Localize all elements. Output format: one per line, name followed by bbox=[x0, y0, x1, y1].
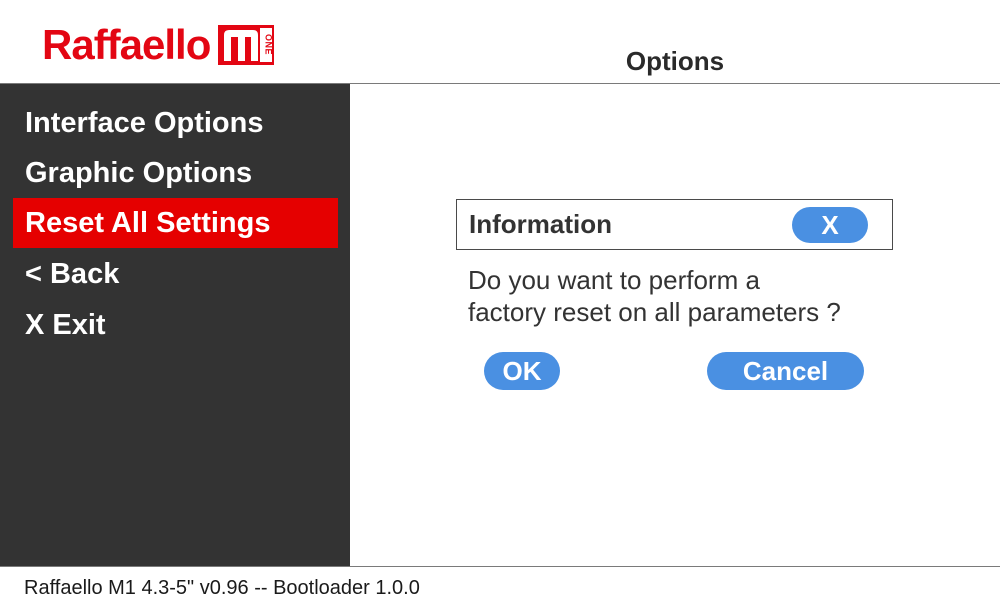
m1-badge-icon: ONE bbox=[218, 25, 275, 65]
dialog-header: Information X bbox=[456, 199, 893, 250]
logo-badge-word: ONE bbox=[263, 34, 274, 56]
version-text: Raffaello M1 4.3-5" v0.96 -- Bootloader … bbox=[24, 577, 420, 599]
sidebar-item-graphic-options[interactable]: Graphic Options bbox=[13, 148, 338, 198]
dialog-message-line-1: Do you want to perform a bbox=[468, 265, 760, 295]
status-bar: Raffaello M1 4.3-5" v0.96 -- Bootloader … bbox=[0, 566, 1000, 608]
page-title: Options bbox=[625, 46, 725, 76]
main-panel: Information X Do you want to perform a f… bbox=[350, 84, 1000, 566]
cancel-button[interactable]: Cancel bbox=[707, 352, 864, 390]
sidebar-item-back[interactable]: < Back bbox=[13, 249, 338, 299]
sidebar-item-exit[interactable]: X Exit bbox=[13, 300, 338, 350]
ok-button[interactable]: OK bbox=[484, 352, 560, 390]
brand-logo: Raffaello ONE bbox=[42, 21, 275, 68]
sidebar-menu: Interface Options Graphic Options Reset … bbox=[0, 84, 350, 566]
dialog-message-line-2: factory reset on all parameters ? bbox=[468, 297, 841, 327]
sidebar-item-reset-all-settings[interactable]: Reset All Settings bbox=[13, 198, 338, 248]
logo-text: Raffaello bbox=[42, 21, 211, 68]
header: Raffaello ONE Options bbox=[0, 0, 1000, 84]
sidebar-item-interface-options[interactable]: Interface Options bbox=[13, 98, 338, 148]
dialog-message: Do you want to perform a factory reset o… bbox=[468, 264, 908, 328]
dialog-close-button[interactable]: X bbox=[792, 207, 868, 243]
dialog-title: Information bbox=[469, 209, 612, 239]
